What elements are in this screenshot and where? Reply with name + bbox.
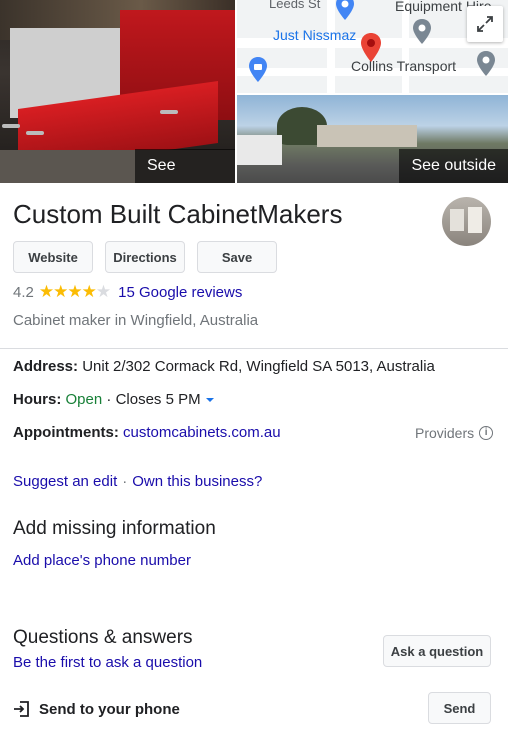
star-filled-icon: ★ <box>67 282 82 301</box>
website-button[interactable]: Website <box>13 241 93 273</box>
qa-title: Questions & answers <box>13 627 193 648</box>
hours-label: Hours: <box>13 391 62 408</box>
interior-photo[interactable]: See photos <box>0 0 235 183</box>
address-value[interactable]: Unit 2/302 Cormack Rd, Wingfield SA 5013… <box>82 358 435 375</box>
save-button[interactable]: Save <box>197 241 277 273</box>
location-pin-icon <box>361 33 381 62</box>
hours-close[interactable]: Closes 5 PM <box>116 391 201 408</box>
directions-button[interactable]: Directions <box>105 241 185 273</box>
street-view-photo[interactable]: See outside <box>237 95 508 183</box>
info-icon: i <box>479 426 494 440</box>
star-filled-icon: ★ <box>81 282 97 301</box>
edit-row: Suggest an edit · Own this business? <box>13 473 262 490</box>
providers-label: Providers <box>415 425 475 441</box>
expand-map-button[interactable] <box>467 6 503 42</box>
map-label-street: Leeds St <box>269 0 321 11</box>
expand-icon <box>477 16 493 32</box>
address-label: Address: <box>13 358 79 375</box>
business-name: Custom Built CabinetMakers <box>13 199 343 229</box>
send-to-phone-icon <box>14 701 29 717</box>
business-avatar[interactable] <box>442 197 491 246</box>
grey-place-pin-icon <box>413 19 431 44</box>
hours-separator: · <box>102 391 116 408</box>
hero-gallery: See photos Leeds St Equipment Hire Just … <box>0 0 508 183</box>
star-filled-icon: ★ <box>38 282 54 301</box>
edit-separator: · <box>122 473 128 490</box>
see-photos-button[interactable]: See photos <box>135 149 235 183</box>
first-question-link[interactable]: Be the first to ask a question <box>13 654 202 671</box>
own-business-link[interactable]: Own this business? <box>132 473 262 490</box>
photo-building <box>317 125 417 147</box>
providers-info[interactable]: Providers i <box>415 425 494 441</box>
see-outside-button[interactable]: See outside <box>399 149 508 183</box>
shopping-pin-icon <box>249 57 267 82</box>
add-phone-link[interactable]: Add place's phone number <box>13 552 191 569</box>
business-category: Cabinet maker in Wingfield, Australia <box>13 312 259 329</box>
hours-row: Hours: Open · Closes 5 PM <box>13 391 215 408</box>
blue-place-pin-icon <box>336 0 354 20</box>
map-label-just-nissmaz: Just Nissmaz <box>273 27 357 43</box>
reviews-link[interactable]: 15 Google reviews <box>118 284 242 301</box>
avatar-shape <box>468 207 482 233</box>
caret-down-icon[interactable] <box>205 396 215 404</box>
avatar-shape <box>450 209 464 231</box>
send-to-phone-label: Send to your phone <box>39 700 180 718</box>
photo-stool <box>26 131 44 135</box>
grey-place-pin-icon <box>477 51 495 76</box>
star-empty-icon: ★ <box>95 282 111 301</box>
appointments-link[interactable]: customcabinets.com.au <box>123 424 281 441</box>
photo-truck <box>237 135 282 165</box>
star-filled-icon: ★ <box>53 282 68 301</box>
photo-stool <box>160 110 178 114</box>
rating-value: 4.2 <box>13 283 34 301</box>
address-row: Address: Unit 2/302 Cormack Rd, Wingfiel… <box>13 358 435 375</box>
section-divider <box>0 348 508 349</box>
appointments-row: Appointments: customcabinets.com.au <box>13 424 281 441</box>
rating-row: 4.2 ★★★★★ 15 Google reviews <box>13 282 242 302</box>
send-to-phone-row: Send to your phone <box>13 700 180 718</box>
send-button[interactable]: Send <box>428 692 491 724</box>
missing-info-title: Add missing information <box>13 518 216 539</box>
ask-question-button[interactable]: Ask a question <box>383 635 491 667</box>
appointments-label: Appointments: <box>13 424 119 441</box>
suggest-edit-link[interactable]: Suggest an edit <box>13 473 117 490</box>
photo-stool <box>2 124 20 128</box>
star-rating-icon: ★★★★★ <box>38 282 111 302</box>
hours-status: Open <box>65 391 103 408</box>
